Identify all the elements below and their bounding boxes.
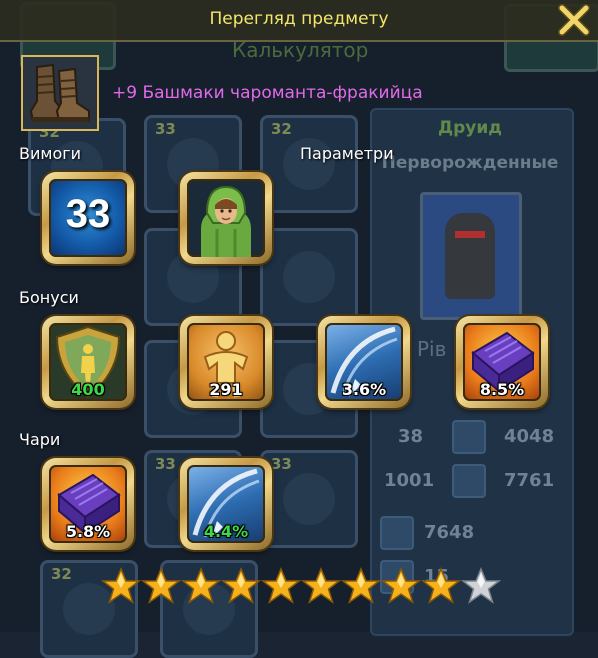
enchant-slot[interactable]: 4.4% <box>180 458 272 550</box>
bonuses-label: Бонуси <box>19 288 79 307</box>
bonus-slot[interactable]: 291 <box>180 316 272 408</box>
star-empty-icon <box>461 567 501 604</box>
background-race-name: Перворожденные <box>381 153 559 173</box>
druid-portrait-icon <box>201 185 251 257</box>
background-stat: 38 <box>398 426 424 447</box>
star-filled-icon <box>301 567 341 604</box>
star-filled-icon <box>421 567 461 604</box>
star-filled-icon <box>261 567 301 604</box>
background-stat: 1001 <box>384 470 435 491</box>
background-riv-label: Рів <box>417 337 447 361</box>
background-stat: 7761 <box>504 470 555 491</box>
required-class-slot[interactable] <box>180 172 272 264</box>
background-stat-icon <box>380 516 414 550</box>
bonus-value: 291 <box>209 380 243 399</box>
star-filled-icon <box>101 567 141 604</box>
requirements-label: Вимоги <box>19 144 82 163</box>
star-filled-icon <box>341 567 381 604</box>
bonus-slot[interactable]: 400 <box>42 316 134 408</box>
star-filled-icon <box>221 567 261 604</box>
background-slot: 32 <box>260 115 358 213</box>
background-stat-icon <box>452 464 486 498</box>
star-filled-icon <box>141 567 181 604</box>
bonus-slot[interactable]: 8.5% <box>456 316 548 408</box>
enchant-value: 4.4% <box>203 522 249 541</box>
item-icon-frame <box>21 55 99 131</box>
enchants-label: Чари <box>19 430 61 449</box>
background-slot: 33 <box>260 450 358 548</box>
leather-boots-icon <box>23 57 97 129</box>
required-level-slot[interactable]: 33 <box>42 172 134 264</box>
background-class-name: Друид <box>437 118 503 138</box>
title-bar: Перегляд предмету <box>0 0 598 42</box>
background-character-portrait <box>420 192 522 320</box>
required-level-value: 33 <box>65 192 111 236</box>
bonus-value: 400 <box>71 380 105 399</box>
item-name: +9 Башмаки чароманта-фракийца <box>112 83 423 103</box>
parameters-label: Параметри <box>300 144 394 163</box>
close-button[interactable] <box>556 2 592 38</box>
star-filled-icon <box>181 567 221 604</box>
background-stat: 7648 <box>424 522 475 543</box>
enchant-value: 5.8% <box>65 522 111 541</box>
bonus-value: 3.6% <box>341 380 387 399</box>
window-title: Перегляд предмету <box>209 9 389 29</box>
upgrade-stars <box>101 566 501 606</box>
star-filled-icon <box>381 567 421 604</box>
background-stat: 4048 <box>504 426 555 447</box>
close-icon <box>558 4 590 36</box>
enchant-slot[interactable]: 5.8% <box>42 458 134 550</box>
background-slot <box>260 228 358 326</box>
background-stat-icon <box>452 420 486 454</box>
bonus-slot[interactable]: 3.6% <box>318 316 410 408</box>
bonus-value: 8.5% <box>479 380 525 399</box>
